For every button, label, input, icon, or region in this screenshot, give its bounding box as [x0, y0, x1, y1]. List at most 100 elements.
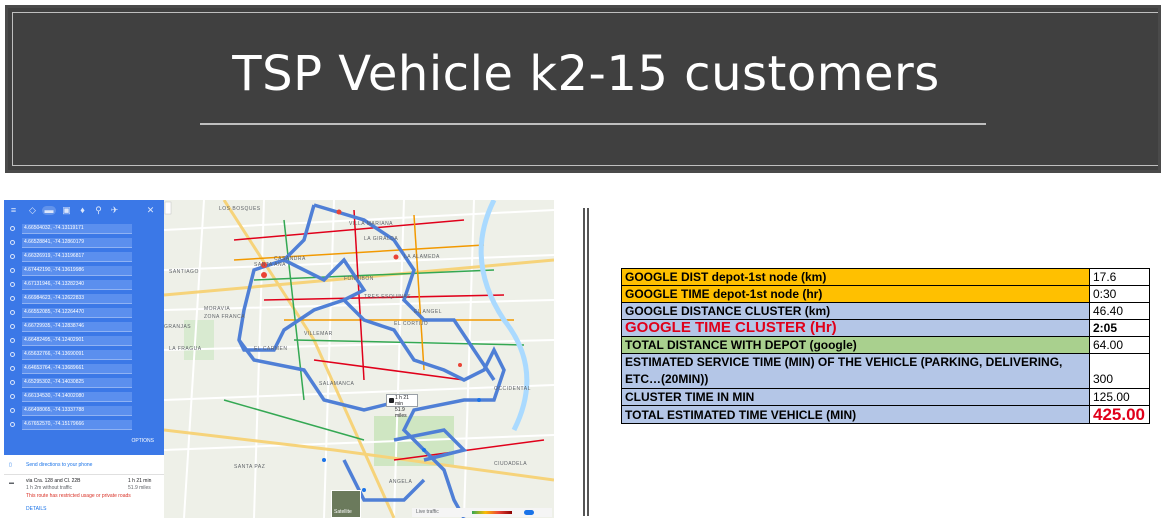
svg-text:ZONA FRANCA: ZONA FRANCA [204, 314, 245, 320]
svg-text:SANTA ANA: SANTA ANA [254, 262, 286, 268]
waypoint-dot-icon [10, 268, 15, 273]
satellite-toggle[interactable]: Satellite [331, 490, 361, 518]
table-row: CLUSTER TIME IN MIN 125.00 [621, 388, 1150, 406]
row-value: 46.40 [1089, 302, 1150, 320]
map-canvas[interactable]: LOS BOSQUES VILLA MARIANA LA GIRALDA SAN… [163, 200, 554, 518]
send-directions-link[interactable]: Send directions to your phone [26, 462, 92, 469]
svg-text:OCCIDENTAL: OCCIDENTAL [494, 386, 531, 392]
svg-text:LA GIRALDA: LA GIRALDA [364, 236, 398, 242]
svg-text:SANTA PAZ: SANTA PAZ [234, 464, 265, 470]
row-label: ESTIMATED SERVICE TIME (MIN) OF THE VEHI… [621, 353, 1090, 389]
table-row: ESTIMATED SERVICE TIME (MIN) OF THE VEHI… [621, 353, 1150, 389]
waypoint-dot-icon [10, 338, 15, 343]
waypoint-dot-icon [10, 380, 15, 385]
phone-icon: ▯ [9, 462, 12, 468]
waypoint-dot-icon [10, 422, 15, 427]
route-warning: This route has restricted usage or priva… [26, 493, 131, 499]
traffic-legend: Live traffic [412, 508, 552, 517]
row-value: 125.00 [1089, 388, 1150, 406]
svg-text:SANTIAGO: SANTIAGO [169, 269, 199, 275]
waypoint-row[interactable]: 4.67442190, -74.13619986 [10, 266, 140, 276]
menu-icon[interactable]: ≡ [9, 206, 18, 215]
waypoint-row[interactable]: 4.67131946, -74.13282340 [10, 280, 140, 290]
svg-text:EL CORTIJO: EL CORTIJO [394, 321, 428, 327]
svg-text:GRANJAS: GRANJAS [164, 324, 191, 330]
waypoint-row[interactable]: 4.65632766, -74.13690091 [10, 350, 140, 360]
row-label: GOOGLE TIME CLUSTER (Hr) [621, 319, 1090, 337]
transit-mode-icon[interactable]: ▣ [62, 206, 71, 215]
directions-panel: ≡ ◇ ▬ ▣ ♦ ⚲ ✈ ✕ 4.66504032, -74.13119171… [4, 200, 164, 518]
traffic-gradient [472, 511, 512, 514]
row-value: 17.6 [1089, 268, 1150, 286]
svg-text:LA FRAGUA: LA FRAGUA [169, 346, 202, 352]
svg-text:CIUDADELA: CIUDADELA [494, 461, 527, 467]
walk-mode-icon[interactable]: ♦ [78, 206, 87, 215]
route-traffic-note: 1 h 2m without traffic [26, 485, 73, 491]
waypoint-row[interactable]: 4.66326919, -74.13196817 [10, 252, 140, 262]
google-maps-screenshot: LOS BOSQUES VILLA MARIANA LA GIRALDA SAN… [4, 200, 554, 518]
waypoint-row[interactable]: 4.65295302, -74.14030825 [10, 378, 140, 388]
waypoint-row[interactable]: 4.66552085, -74.12264470 [10, 308, 140, 318]
waypoint-row[interactable]: 4.66528841, -74.12860179 [10, 238, 140, 248]
waypoint-row[interactable]: 4.64653764, -74.13689661 [10, 364, 140, 374]
row-value: 64.00 [1089, 336, 1150, 354]
title-underline [200, 123, 986, 125]
car-mode-icon[interactable]: ▬ [42, 206, 56, 215]
close-icon[interactable]: ✕ [146, 206, 155, 215]
bike-mode-icon[interactable]: ⚲ [94, 206, 103, 215]
table-row: GOOGLE DIST depot-1st node (km) 17.6 [621, 268, 1150, 286]
row-label: TOTAL DISTANCE WITH DEPOT (google) [621, 336, 1090, 354]
title-banner: TSP Vehicle k2-15 customers [5, 5, 1161, 173]
waypoint-row[interactable]: 4.66498065, -74.13337788 [10, 406, 140, 416]
satellite-label: Satellite [334, 509, 352, 515]
waypoint-dot-icon [10, 282, 15, 287]
row-label: CLUSTER TIME IN MIN [621, 388, 1090, 406]
waypoint-dot-icon [10, 352, 15, 357]
waypoint-row[interactable]: 4.66134530, -74.14002080 [10, 392, 140, 402]
waypoint-row[interactable]: 4.66504032, -74.13119171 [10, 224, 140, 234]
row-value: 300 [1089, 353, 1150, 389]
traffic-toggle[interactable] [524, 510, 534, 515]
details-link[interactable]: DETAILS [26, 506, 46, 513]
svg-text:EL CARMEN: EL CARMEN [254, 346, 288, 352]
metrics-table: GOOGLE DIST depot-1st node (km) 17.6 GOO… [621, 268, 1150, 424]
waypoint-dot-icon [10, 254, 15, 259]
waypoint-row[interactable]: 4.67652570, -74.15179666 [10, 420, 140, 430]
flight-mode-icon[interactable]: ✈ [110, 206, 119, 215]
table-row: GOOGLE DISTANCE CLUSTER (km) 46.40 [621, 302, 1150, 320]
waypoint-row[interactable]: 4.66729935, -74.12838746 [10, 322, 140, 332]
table-row: TOTAL DISTANCE WITH DEPOT (google) 64.00 [621, 336, 1150, 354]
slide-title: TSP Vehicle k2-15 customers [232, 46, 940, 102]
waypoint-row[interactable]: 4.66984623, -74.12622833 [10, 294, 140, 304]
route-option[interactable]: ▬ via Cra. 128 and Cl. 22B 1 h 21 min 51… [4, 476, 164, 518]
waypoint-dot-icon [10, 394, 15, 399]
svg-text:ANGELA: ANGELA [389, 479, 412, 485]
svg-text:EL ANGEL: EL ANGEL [414, 309, 442, 315]
route-via: via Cra. 128 and Cl. 22B [26, 478, 81, 484]
svg-text:SALAMANCA: SALAMANCA [319, 381, 355, 387]
best-route-icon[interactable]: ◇ [28, 206, 37, 215]
car-icon: ▬ [9, 480, 14, 486]
svg-text:LA ALAMEDA: LA ALAMEDA [404, 254, 440, 260]
send-directions-row[interactable]: ▯ Send directions to your phone [4, 458, 164, 475]
waypoint-row[interactable]: 4.66482495, -74.12402901 [10, 336, 140, 346]
waypoint-dot-icon [10, 408, 15, 413]
row-label: GOOGLE DIST depot-1st node (km) [621, 268, 1090, 286]
row-label: GOOGLE TIME depot-1st node (hr) [621, 285, 1090, 303]
travel-time-badge[interactable]: 1 h 21 min 51.9 miles [386, 394, 418, 419]
svg-text:LOS BOSQUES: LOS BOSQUES [219, 206, 261, 212]
travel-mode-row: ≡ ◇ ▬ ▣ ♦ ⚲ ✈ ✕ [4, 200, 164, 222]
traffic-legend-label: Live traffic [416, 509, 439, 515]
options-button[interactable]: OPTIONS [131, 438, 154, 444]
waypoint-dot-icon [10, 240, 15, 245]
route-time: 1 h 21 min [128, 478, 152, 484]
car-icon [389, 398, 394, 403]
svg-text:CASANDRA: CASANDRA [274, 256, 306, 262]
route-distance: 51.9 miles [128, 485, 151, 491]
table-row: GOOGLE TIME depot-1st node (hr) 0:30 [621, 285, 1150, 303]
map-roads: LOS BOSQUES VILLA MARIANA LA GIRALDA SAN… [163, 200, 554, 518]
svg-text:MORAVIA: MORAVIA [204, 306, 230, 312]
svg-text:FONTIBON: FONTIBON [344, 276, 374, 282]
waypoint-dot-icon [10, 226, 15, 231]
svg-text:TRES ESQUINAS: TRES ESQUINAS [364, 294, 411, 300]
